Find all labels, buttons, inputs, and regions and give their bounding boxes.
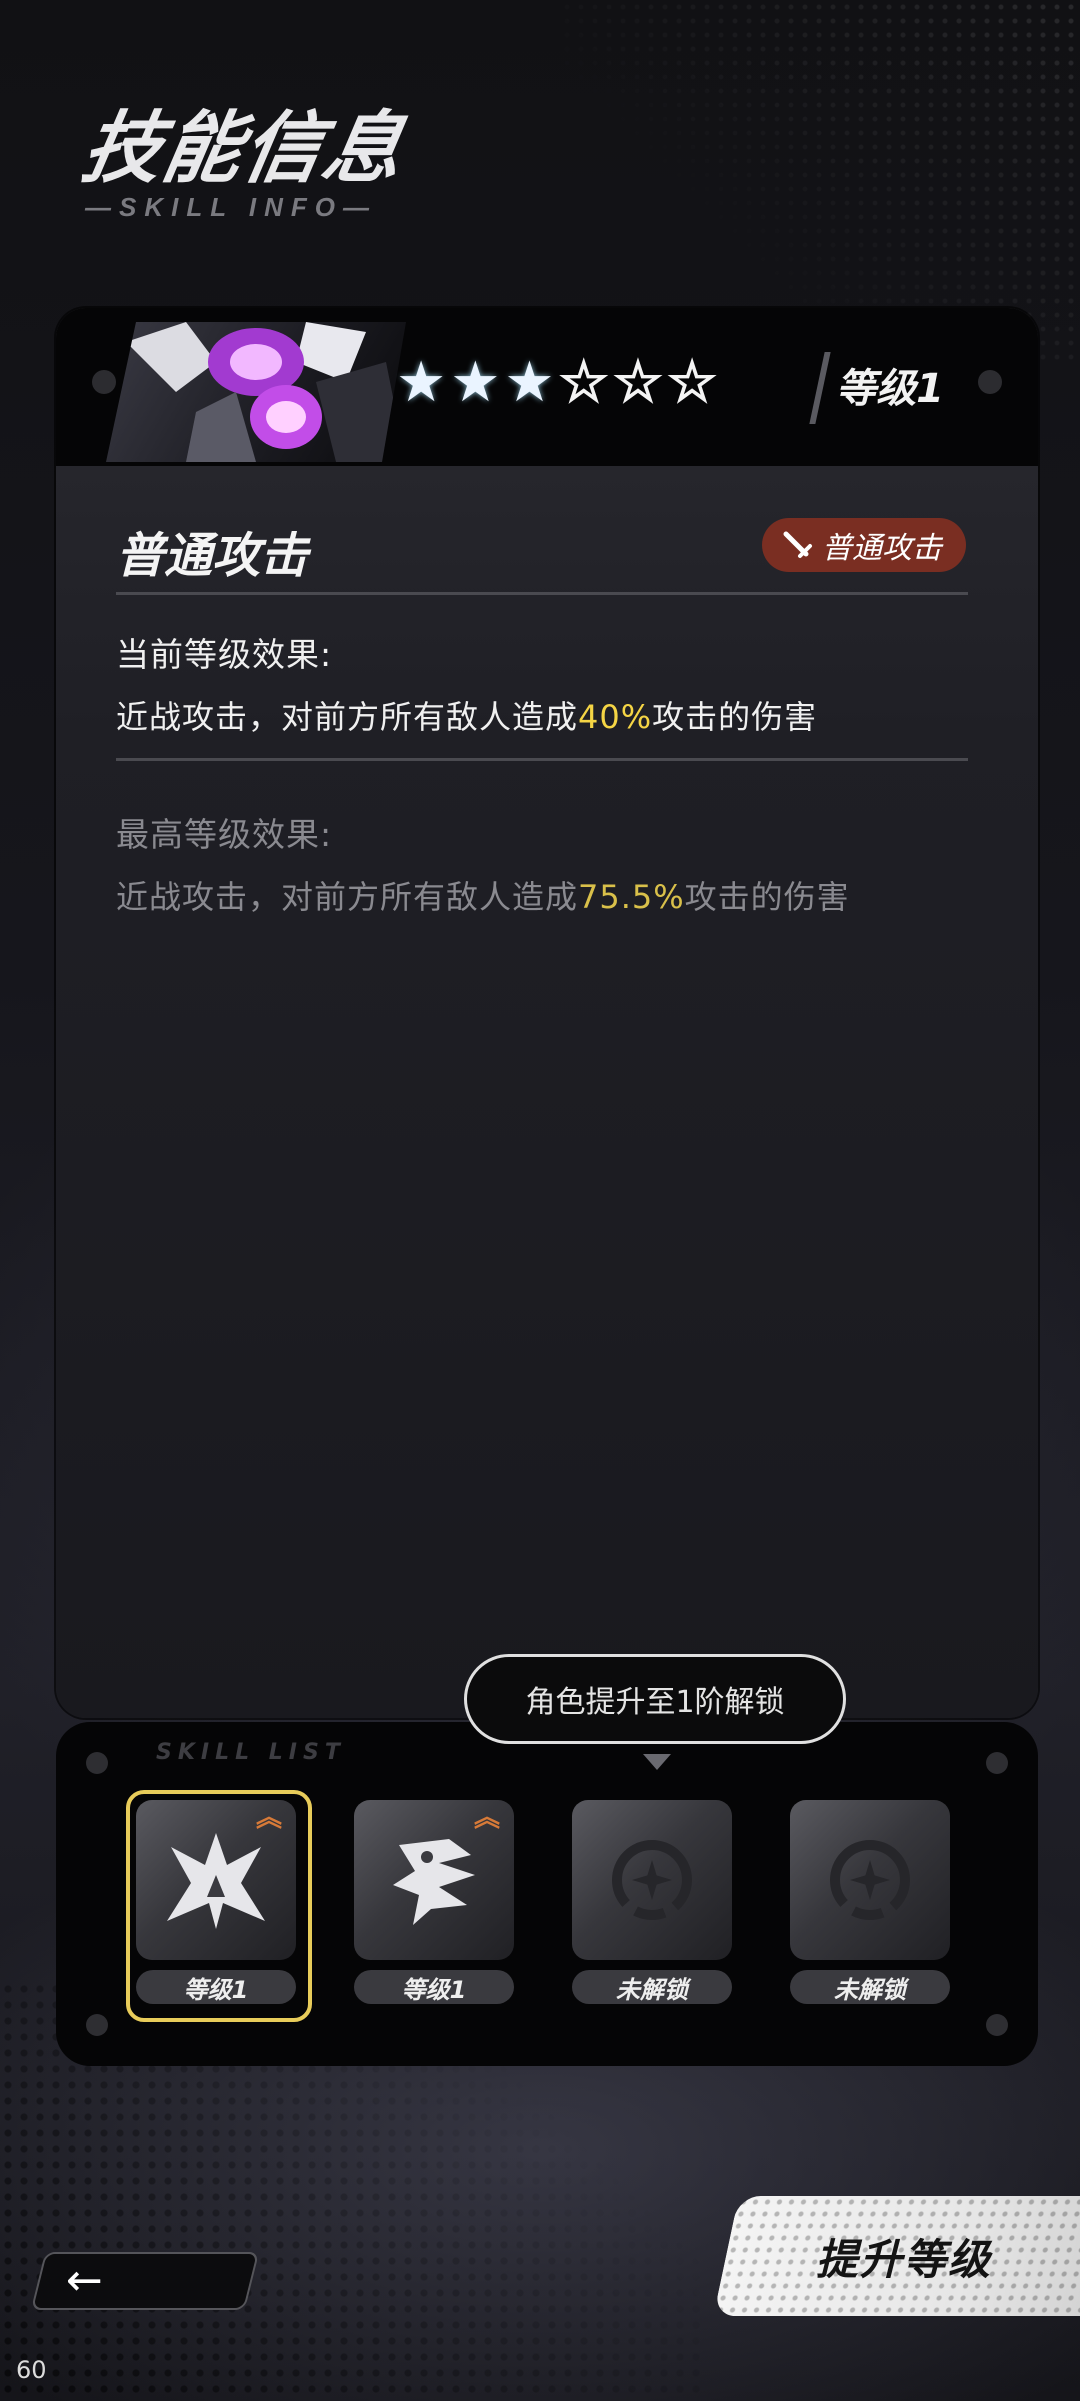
skill-name: 普通攻击 — [116, 528, 309, 584]
skill-type-badge: 普通攻击 — [762, 518, 966, 572]
card-header: ★ ★ ★ ☆ ☆ ☆ 等级1 — [56, 308, 1038, 466]
skill-detail-card: ★ ★ ★ ☆ ☆ ☆ 等级1 普通攻击 普通攻击 当前等级效果: 近战攻击，对… — [56, 308, 1038, 1718]
unlock-tooltip: 角色提升至1阶解锁 — [464, 1654, 846, 1744]
decor-dot — [86, 1752, 108, 1774]
page-title: 技能信息 — [75, 104, 412, 194]
star-empty-icon: ☆ — [558, 349, 610, 416]
skill-level: 等级1 — [836, 366, 944, 412]
skill-tile — [572, 1800, 732, 1960]
character-portrait — [106, 322, 406, 462]
skill-slot-label: 等级1 — [354, 1970, 514, 2004]
arrow-left-icon: ← — [66, 2255, 103, 2306]
decor-dot — [986, 1752, 1008, 1774]
star-empty-icon: ☆ — [612, 349, 664, 416]
star-filled-icon: ★ — [504, 350, 555, 415]
skill-slot-3[interactable]: 未解锁 — [566, 1794, 738, 2010]
back-button[interactable]: ← — [30, 2252, 260, 2310]
effect-text: 攻击的伤害 — [652, 698, 818, 736]
effect-value: 75.5% — [578, 878, 685, 916]
locked-skill-icon — [612, 1840, 692, 1920]
skill-slot-2[interactable]: ︽ 等级1 — [348, 1794, 520, 2010]
effect-value: 40% — [578, 698, 653, 736]
burst-skill-icon — [167, 1833, 265, 1929]
divider-slash — [809, 352, 831, 424]
page-subtitle: —SKILL INFO— — [85, 192, 377, 222]
decor-dot — [978, 370, 1002, 394]
current-effect-title: 当前等级效果: — [116, 635, 333, 674]
star-empty-icon: ☆ — [666, 349, 718, 416]
skill-tile: ︽ — [136, 1800, 296, 1960]
divider — [116, 592, 968, 595]
effect-text: 近战攻击，对前方所有敌人造成 — [116, 698, 579, 736]
star-filled-icon: ★ — [396, 350, 447, 415]
decor-dot — [86, 2014, 108, 2036]
skill-slot-4[interactable]: 未解锁 — [784, 1794, 956, 2010]
skill-tile — [790, 1800, 950, 1960]
skill-slot-1[interactable]: ︽ 等级1 — [126, 1790, 312, 2022]
tooltip-arrow-icon — [643, 1754, 671, 1770]
decor-dot — [986, 2014, 1008, 2036]
character-art-icon — [126, 322, 406, 462]
badge-label: 普通攻击 — [822, 531, 942, 566]
upgrade-chevron-icon: ︽ — [473, 1803, 500, 1833]
max-effect-text: 近战攻击，对前方所有敌人造成75.5%攻击的伤害 — [116, 872, 850, 918]
fps-counter: 60 — [16, 2356, 47, 2384]
star-rating: ★ ★ ★ ☆ ☆ ☆ — [396, 348, 718, 418]
star-filled-icon: ★ — [450, 350, 501, 415]
skill-info-screen: 技能信息 —SKILL INFO— ★ ★ ★ ☆ ☆ ☆ 等级1 普通攻击 普… — [0, 0, 1080, 2401]
sword-icon — [783, 531, 812, 558]
skill-list-label: SKILL LIST — [156, 1740, 346, 1765]
skill-slot-label: 未解锁 — [790, 1970, 950, 2004]
upgrade-level-button[interactable]: 提升等级 — [713, 2196, 1080, 2316]
skill-list-panel: SKILL LIST ︽ 等级1 ︽ 等级1 未解锁 未解锁 — [56, 1722, 1038, 2066]
background-dots — [560, 0, 1080, 360]
effect-text: 攻击的伤害 — [684, 878, 850, 916]
skill-slot-label: 未解锁 — [572, 1970, 732, 2004]
max-effect-title: 最高等级效果: — [116, 815, 333, 854]
locked-skill-icon — [830, 1840, 910, 1920]
upgrade-chevron-icon: ︽ — [255, 1803, 282, 1833]
current-effect-text: 近战攻击，对前方所有敌人造成40%攻击的伤害 — [116, 692, 817, 738]
skill-tile: ︽ — [354, 1800, 514, 1960]
beast-skill-icon — [393, 1839, 475, 1925]
divider — [116, 758, 968, 761]
upgrade-button-label: 提升等级 — [816, 2234, 993, 2284]
decor-dot — [92, 370, 116, 394]
skill-slot-label: 等级1 — [136, 1970, 296, 2004]
effect-text: 近战攻击，对前方所有敌人造成 — [116, 878, 579, 916]
